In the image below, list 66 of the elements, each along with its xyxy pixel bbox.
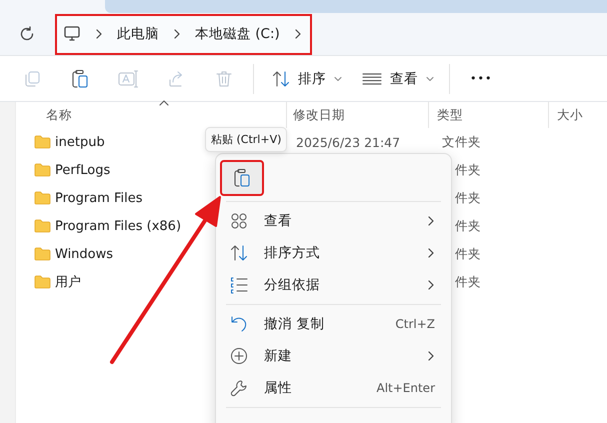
type-cell: 文件夹 — [442, 134, 481, 150]
wrench-icon — [230, 379, 248, 397]
lines-icon — [362, 72, 382, 84]
type-cell: 件夹 — [455, 274, 481, 290]
type-cell: 件夹 — [455, 190, 481, 206]
file-name[interactable]: Program Files (x86) — [55, 218, 182, 234]
breadcrumb-item[interactable]: 此电脑 — [117, 25, 159, 43]
folder-icon — [34, 163, 51, 177]
undo-icon — [230, 315, 248, 333]
folder-icon — [34, 135, 51, 149]
caret-down-icon — [334, 76, 342, 82]
menu-item[interactable]: 属性 Alt+Enter — [220, 372, 447, 404]
view-button[interactable]: 查看 — [352, 64, 444, 94]
sort-icon — [272, 70, 290, 88]
list-icon — [230, 276, 248, 294]
menu-item[interactable]: 排序方式 — [220, 237, 447, 269]
menu-item-label: 排序方式 — [264, 244, 321, 262]
sort-button[interactable]: 排序 — [262, 64, 352, 94]
menu-item-label: 属性 — [264, 379, 293, 397]
paste-icon[interactable] — [233, 168, 251, 188]
refresh-icon[interactable] — [19, 26, 35, 42]
chevron-right-icon — [95, 28, 103, 40]
menu-item-label: 撤消 复制 — [264, 315, 326, 333]
date-cell: 2025/6/23 21:47 — [296, 134, 400, 150]
file-name[interactable]: Program Files — [55, 190, 143, 206]
file-name[interactable]: 用户 — [55, 273, 81, 291]
paste-button[interactable] — [220, 160, 264, 196]
more-button[interactable]: ••• — [458, 66, 504, 91]
menu-item-label: 分组依据 — [264, 276, 321, 294]
file-name[interactable]: PerfLogs — [55, 162, 110, 178]
paste-icon[interactable] — [71, 68, 89, 88]
menu-item[interactable]: 分组依据 — [220, 269, 447, 301]
column-header[interactable]: 类型 — [429, 102, 549, 128]
grid-icon — [230, 212, 248, 230]
caret-down-icon — [426, 76, 434, 82]
breadcrumb-item[interactable]: 本地磁盘 (C:) — [195, 25, 280, 43]
computer-icon — [63, 25, 81, 43]
submenu-chevron-icon — [427, 215, 435, 227]
folder-icon — [34, 191, 51, 205]
submenu-chevron-icon — [427, 247, 435, 259]
folder-icon — [34, 247, 51, 261]
shortcut-text: Alt+Enter — [376, 381, 435, 395]
menu-item-label: 查看 — [264, 212, 293, 230]
file-name[interactable]: inetpub — [55, 134, 105, 150]
type-cell: 件夹 — [455, 218, 481, 234]
folder-icon — [34, 219, 51, 233]
chevron-right-icon — [294, 28, 302, 40]
file-name[interactable]: Windows — [55, 246, 114, 262]
address-bar[interactable]: 此电脑 本地磁盘 (C:) — [55, 14, 312, 54]
shortcut-text: Ctrl+Z — [395, 317, 435, 331]
column-header[interactable]: 大小 — [549, 102, 607, 128]
folder-icon — [34, 275, 51, 289]
column-header[interactable]: 修改日期 — [287, 102, 429, 128]
plus-circle-icon — [230, 347, 248, 365]
sort-icon — [230, 244, 248, 262]
menu-item[interactable]: 撤消 复制 Ctrl+Z — [220, 308, 447, 340]
menu-item[interactable]: 查看 — [220, 205, 447, 237]
type-cell: 件夹 — [455, 246, 481, 262]
tooltip: 粘贴 (Ctrl+V) — [205, 127, 288, 152]
submenu-chevron-icon — [427, 279, 435, 291]
submenu-chevron-icon — [427, 350, 435, 362]
chevron-right-icon — [173, 28, 181, 40]
sort-caret-icon — [159, 100, 169, 106]
menu-item[interactable]: 新建 — [220, 340, 447, 372]
menu-item-label: 新建 — [264, 347, 293, 365]
type-cell: 件夹 — [455, 162, 481, 178]
